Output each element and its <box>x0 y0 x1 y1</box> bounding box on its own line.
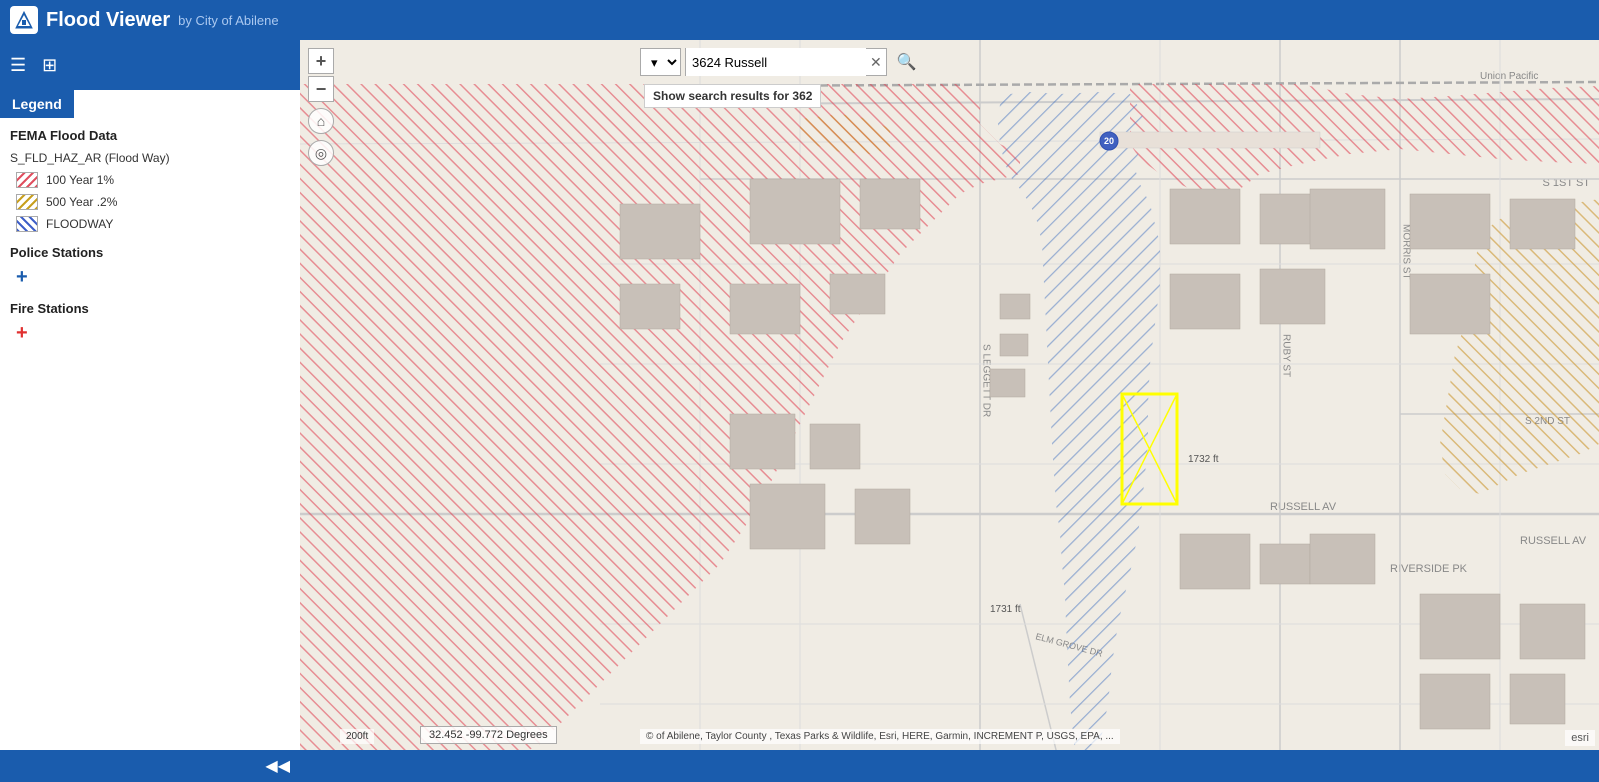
collapse-panel-button[interactable]: ◀◀ <box>0 750 300 782</box>
svg-text:RUBY ST: RUBY ST <box>1281 334 1292 377</box>
search-dropdown[interactable]: ▾ <box>640 48 681 76</box>
search-button[interactable]: 🔍 <box>891 52 923 72</box>
fema-section-title: FEMA Flood Data <box>0 118 300 147</box>
legend-item-100year: 100 Year 1% <box>0 169 300 191</box>
svg-text:RIVERSIDE PK: RIVERSIDE PK <box>1390 563 1468 575</box>
zoom-out-button[interactable]: − <box>308 76 334 102</box>
svg-text:Union Pacific: Union Pacific <box>1480 71 1538 82</box>
legend-label-100year: 100 Year 1% <box>46 173 114 187</box>
top-bar: Flood Viewer by City of Abilene <box>0 0 1599 40</box>
search-input[interactable] <box>686 48 866 76</box>
swatch-500year <box>16 194 38 210</box>
legend-header: Legend <box>0 90 74 118</box>
zoom-in-button[interactable]: + <box>308 48 334 74</box>
legend-label-floodway: FLOODWAY <box>46 217 113 231</box>
scale-bar: 200ft <box>340 729 374 744</box>
svg-text:1731 ft: 1731 ft <box>990 604 1021 615</box>
locate-button[interactable]: ◎ <box>308 140 334 166</box>
menu-icon[interactable]: ☰ <box>10 55 26 76</box>
flood-subtitle: S_FLD_HAZ_AR (Flood Way) <box>0 147 300 169</box>
swatch-100year <box>16 172 38 188</box>
swatch-floodway <box>16 216 38 232</box>
app-title: Flood Viewer <box>46 9 170 32</box>
coordinates-display: 32.452 -99.772 Degrees <box>420 726 557 744</box>
app-subtitle: by City of Abilene <box>178 13 278 28</box>
police-icon: + <box>0 264 300 291</box>
police-section-title: Police Stations <box>0 235 300 264</box>
svg-text:RUSSELL AV: RUSSELL AV <box>1520 535 1587 547</box>
svg-text:1732 ft: 1732 ft <box>1188 454 1219 465</box>
legend-item-500year: 500 Year .2% <box>0 191 300 213</box>
search-input-wrap: ✕ <box>685 48 887 76</box>
legend-item-floodway: FLOODWAY <box>0 213 300 235</box>
svg-text:20: 20 <box>1104 136 1114 146</box>
fire-icon: + <box>0 320 300 347</box>
map-svg: S 1ST ST S 1ST ST RUSSELL AV RUSSELL AV … <box>300 40 1599 750</box>
results-count: 362 <box>792 89 812 103</box>
legend-label-500year: 500 Year .2% <box>46 195 117 209</box>
app-logo <box>10 6 38 34</box>
collapse-icon: ◀◀ <box>265 756 290 776</box>
search-clear-button[interactable]: ✕ <box>866 54 886 71</box>
scale-label: 200ft <box>346 731 368 742</box>
home-button[interactable]: ⌂ <box>308 108 334 134</box>
left-toolbar: ☰ ⊞ <box>0 40 300 90</box>
map-attribution: © of Abilene, Taylor County , Texas Park… <box>640 729 1120 744</box>
bottom-bar: ◀◀ <box>0 750 1599 782</box>
fire-section-title: Fire Stations <box>0 291 300 320</box>
search-bar: ▾ ✕ 🔍 Show search results for 362 <box>640 48 923 76</box>
search-results-hint[interactable]: Show search results for 362 <box>644 84 821 108</box>
layers-icon[interactable]: ⊞ <box>42 55 57 76</box>
legend-panel: Legend FEMA Flood Data S_FLD_HAZ_AR (Flo… <box>0 90 300 750</box>
esri-logo: esri <box>1565 730 1595 746</box>
map-container[interactable]: S 1ST ST S 1ST ST RUSSELL AV RUSSELL AV … <box>300 40 1599 750</box>
zoom-controls: + − ⌂ ◎ <box>308 48 334 166</box>
